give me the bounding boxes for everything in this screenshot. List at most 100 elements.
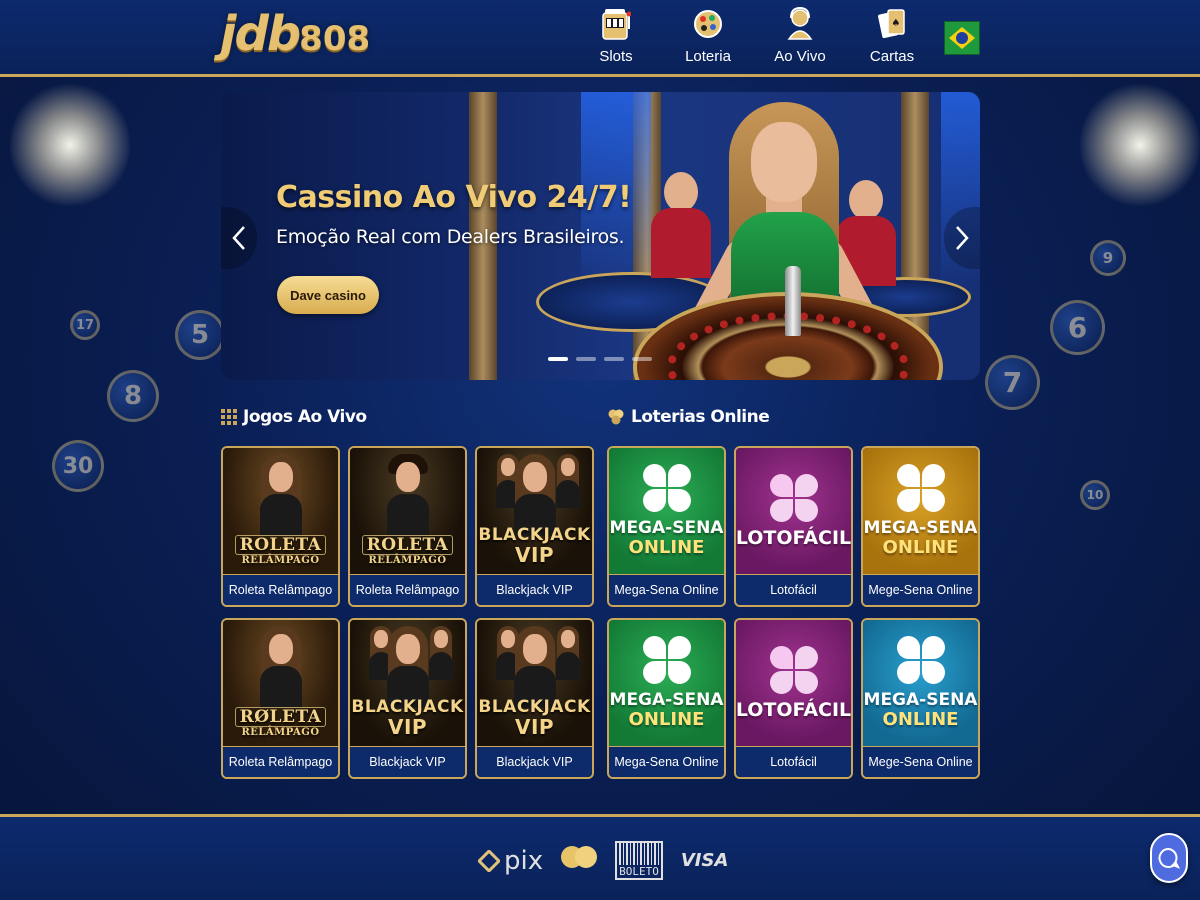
hero-banner[interactable]: Cassino Ao Vivo 24/7! Emoção Real com De… (221, 92, 980, 380)
dealer-figure (555, 454, 592, 534)
chat-button[interactable] (1150, 833, 1188, 883)
brazil-flag-icon[interactable] (944, 21, 980, 55)
chevron-left-icon (232, 226, 245, 250)
hero-title: Cassino Ao Vivo 24/7! (276, 180, 632, 215)
lottery-game-card[interactable]: LOTOFÁCIL Lotofácil (734, 446, 853, 607)
game-thumbnail: BLACKJACK VIP (350, 620, 465, 746)
dealer-figure (510, 626, 560, 708)
barcode-icon (619, 843, 659, 865)
logo-line-2: VIP (514, 715, 555, 739)
live-game-card[interactable]: BLACKJACK VIP Blackjack VIP (348, 618, 467, 779)
site-footer: pix BOLETO VISA (0, 814, 1200, 900)
lottery-logo: LOTOFÁCIL (736, 700, 851, 720)
live-section-title: Jogos Ao Vivo (221, 407, 367, 427)
clover-icon (896, 464, 945, 512)
logo-line-1: ROLETA (234, 535, 327, 555)
mastercard-logo (561, 845, 598, 876)
lottery-logo: MEGA-SENA ONLINE (610, 690, 724, 730)
carousel-dot[interactable] (548, 357, 568, 361)
lottery-name-line-2: ONLINE (628, 709, 705, 730)
brand-logo[interactable]: jdb 808 (220, 6, 370, 70)
lottery-name-line-1: LOTOFÁCIL (736, 527, 851, 549)
game-caption: Mega-Sena Online (609, 746, 724, 777)
flag-diamond (949, 27, 975, 49)
game-thumbnail: LOTOFÁCIL (736, 620, 851, 746)
section-title-text: Jogos Ao Vivo (243, 407, 367, 427)
lottery-game-card[interactable]: LOTOFÁCIL Lotofácil (734, 618, 853, 779)
logo-line-1: ROLETA (361, 535, 454, 555)
game-caption: Roleta Relâmpago (350, 574, 465, 605)
pix-logo: pix (478, 846, 543, 876)
live-dealer-icon (783, 6, 817, 42)
logo-line-2: RELÂMPAGO (368, 555, 447, 566)
nav-item-loteria[interactable]: Loteria (662, 6, 754, 65)
nav-item-slots[interactable]: Slots (570, 6, 662, 65)
live-game-card[interactable]: BLACKJACK VIP Blackjack VIP (475, 446, 594, 607)
lottery-logo: MEGA-SENA ONLINE (864, 690, 978, 730)
carousel-dot[interactable] (604, 357, 624, 361)
game-thumbnail: ROLETA RELÂMPAGO (223, 448, 338, 574)
game-thumbnail: MEGA-SENA ONLINE (863, 448, 978, 574)
pix-icon (478, 849, 500, 872)
clover-icon (642, 636, 691, 684)
carousel-dot[interactable] (632, 357, 652, 361)
lottery-name-line-1: MEGA-SENA (609, 518, 724, 538)
lottery-name-line-1: MEGA-SENA (863, 690, 978, 710)
lottery-name-line-1: MEGA-SENA (863, 518, 978, 538)
dealer-figure (510, 454, 560, 536)
game-caption: Mega-Sena Online (609, 574, 724, 605)
live-game-card[interactable]: RØLETA RELÂMPAGO Roleta Relâmpago (221, 618, 340, 779)
chat-bubble-icon (1158, 847, 1180, 869)
game-thumbnail: MEGA-SENA ONLINE (863, 620, 978, 746)
dealer-figure (383, 626, 433, 708)
carousel-dot[interactable] (576, 357, 596, 361)
hero-cta-button[interactable]: Dave casino (277, 276, 379, 314)
game-logo: RØLETA RELÂMPAGO (234, 707, 327, 738)
game-caption: Lotofácil (736, 574, 851, 605)
section-title-text: Loterias Online (631, 407, 770, 427)
lottery-name-line-1: LOTOFÁCIL (736, 699, 851, 721)
lottery-games-grid: MEGA-SENA ONLINE Mega-Sena Online LOTOFÁC… (607, 446, 980, 779)
game-caption: Lotofácil (736, 746, 851, 777)
clover-icon (642, 464, 691, 512)
lottery-game-card[interactable]: MEGA-SENA ONLINE Mega-Sena Online (607, 618, 726, 779)
boleto-logo: BOLETO (615, 841, 663, 880)
logo-line-2: VIP (514, 543, 555, 567)
nav-item-ao-vivo[interactable]: Ao Vivo (754, 6, 846, 65)
main-nav: Slots Loteria Ao Vivo ♠ Cartas (570, 6, 938, 65)
game-thumbnail: RØLETA RELÂMPAGO (223, 620, 338, 746)
live-game-card[interactable]: ROLETA RELÂMPAGO Roleta Relâmpago (221, 446, 340, 607)
live-game-card[interactable]: ROLETA RELÂMPAGO Roleta Relâmpago (348, 446, 467, 607)
visa-logo: VISA (680, 850, 729, 871)
clover-icon (769, 474, 818, 522)
lottery-balls-icon (608, 409, 624, 425)
logo-line-1: BLACKJACK (478, 697, 591, 717)
nav-label: Loteria (685, 48, 731, 65)
dealer-figure (555, 626, 592, 706)
lottery-game-card[interactable]: MEGA-SENA ONLINE Mege-Sena Online (861, 618, 980, 779)
nav-label: Ao Vivo (774, 48, 826, 65)
logo-number: 808 (299, 19, 371, 59)
dealer-figure (383, 454, 433, 536)
lottery-name-line-2: ONLINE (882, 709, 959, 730)
game-logo: BLACKJACK VIP (477, 526, 592, 566)
logo-line-2: VIP (387, 715, 428, 739)
game-caption: Blackjack VIP (350, 746, 465, 777)
clover-icon (896, 636, 945, 684)
live-games-grid: ROLETA RELÂMPAGO Roleta Relâmpago ROLETA R… (221, 446, 594, 779)
logo-line-2: RELÂMPAGO (241, 555, 320, 566)
game-thumbnail: MEGA-SENA ONLINE (609, 448, 724, 574)
live-game-card[interactable]: BLACKJACK VIP Blackjack VIP (475, 618, 594, 779)
lottery-logo: MEGA-SENA ONLINE (610, 518, 724, 558)
dealer-figure (428, 626, 465, 706)
nav-item-cartas[interactable]: ♠ Cartas (846, 6, 938, 65)
carousel-prev-button[interactable] (221, 207, 257, 269)
game-caption: Blackjack VIP (477, 574, 592, 605)
lottery-name-line-1: MEGA-SENA (609, 690, 724, 710)
lottery-game-card[interactable]: MEGA-SENA ONLINE Mege-Sena Online (861, 446, 980, 607)
nav-label: Cartas (869, 48, 915, 65)
lottery-game-card[interactable]: MEGA-SENA ONLINE Mega-Sena Online (607, 446, 726, 607)
clover-icon (769, 646, 818, 694)
carousel-dots (548, 357, 652, 361)
game-thumbnail: MEGA-SENA ONLINE (609, 620, 724, 746)
